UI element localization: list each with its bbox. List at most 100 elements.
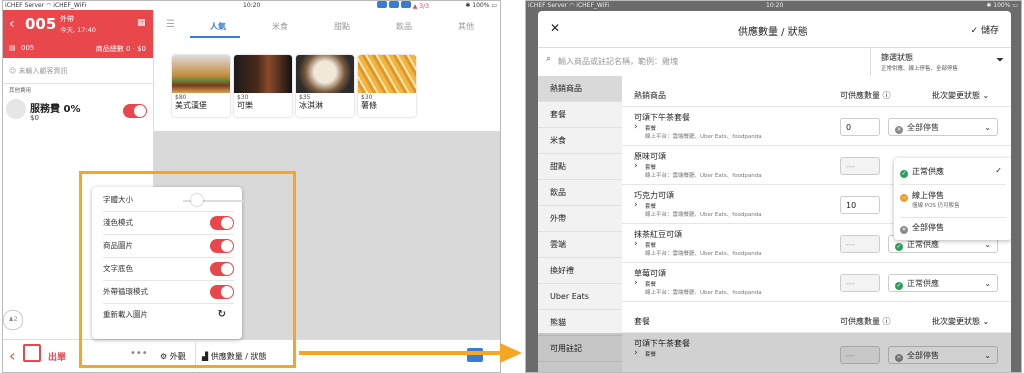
filter-icon[interactable]: ⏷ — [996, 55, 1004, 66]
sidebar-item-set[interactable]: 套餐 — [538, 102, 622, 128]
minus-circle-icon: – — [900, 194, 908, 202]
qty-input[interactable]: --- — [840, 235, 880, 253]
order-number: 005 — [25, 15, 57, 33]
search-placeholder: 輸入商品或註記名稱，範例：雞塊 — [558, 57, 678, 66]
product-card[interactable]: $30 薯條 — [358, 55, 416, 117]
product-card[interactable]: $30 可樂 — [234, 55, 292, 117]
filter-subtitle: 正常供應、線上停售、全部停售 — [881, 66, 959, 72]
table-indicator-value: 3/3 — [419, 3, 429, 10]
sidebar-item-rice[interactable]: 米食 — [538, 128, 622, 154]
printer-status-icon — [400, 1, 411, 8]
option-online-stop-label: 線上停售 — [912, 191, 944, 200]
status-select[interactable]: × 全部停售 ⌄ — [888, 118, 998, 136]
chevron-down-icon: ⌄ — [982, 317, 990, 326]
icecream-image — [296, 55, 354, 93]
arrow-right-icon — [500, 343, 522, 363]
sidebar-item-drinks[interactable]: 飲品 — [538, 180, 622, 206]
item-name: 可頌下午茶套餐 — [634, 113, 690, 122]
qty-header-label: 可供應數量 — [840, 91, 880, 100]
battery-label: 100% — [472, 2, 490, 9]
chevron-down-icon: ⌄ — [984, 123, 991, 132]
section-header: 套餐 可供應數量 ⓘ 批次變更狀態 ⌄ — [622, 302, 1011, 333]
customer-field[interactable]: ☺ 未輸入顧客資訊 — [9, 66, 149, 80]
chevron-right-icon[interactable]: › — [634, 122, 638, 132]
sidebar-item-cloud[interactable]: 雲端 — [538, 232, 622, 258]
chevron-right-icon[interactable]: › — [634, 161, 638, 171]
product-card[interactable]: $80 美式漢堡 — [172, 55, 230, 117]
bluetooth-icon: ✱ — [986, 2, 992, 9]
cola-image — [234, 55, 292, 93]
option-online-stop-sub: 僅線 POS 仍可販售 — [912, 203, 960, 209]
tab-other[interactable]: 其他 — [458, 21, 474, 32]
batch-change-button[interactable]: 批次變更狀態 ⌄ — [932, 316, 989, 327]
batch-label: 批次變更狀態 — [932, 317, 980, 326]
item-category: 套餐 — [645, 165, 657, 171]
item-platforms: 線上平台：雲端餐廳、Uber Eats、foodpanda — [645, 290, 762, 296]
item-row[interactable]: 可頌下午茶套餐 › 套餐 線上平台：雲端餐廳、Uber Eats、foodpan… — [622, 107, 1011, 146]
save-button[interactable]: ✓ 儲存 — [971, 23, 999, 36]
sidebar-item-dessert[interactable]: 甜點 — [538, 154, 622, 180]
batch-change-button[interactable]: 批次變更狀態 ⌄ — [932, 90, 989, 101]
calendar-icon[interactable]: ▦ — [137, 18, 146, 28]
help-icon: ⓘ — [882, 317, 891, 326]
sidebar-item-ubereats[interactable]: Uber Eats — [538, 284, 622, 310]
chevron-right-icon[interactable]: › — [634, 278, 638, 288]
check-icon: ✓ — [995, 166, 1002, 175]
sidebar-item-gift[interactable]: 換好禮 — [538, 258, 622, 284]
fee-avatar — [6, 99, 26, 119]
item-name: 草莓可頌 — [634, 269, 666, 278]
list-icon[interactable]: ☰ — [166, 19, 175, 30]
check-circle-icon: ✓ — [895, 243, 903, 251]
divider — [900, 184, 1006, 185]
chevron-down-icon: ⌄ — [984, 279, 991, 288]
x-circle-icon: × — [895, 126, 903, 134]
product-name: 冰淇淋 — [299, 101, 323, 110]
tab-popular[interactable]: 人氣 — [210, 21, 226, 32]
order-bar-number: 005 — [21, 44, 35, 52]
guest-count-badge[interactable]: ♟2 — [3, 310, 23, 330]
option-normal[interactable]: ✓ 正常供應 ✓ — [894, 166, 1011, 180]
chevron-down-icon: ⌄ — [982, 91, 990, 100]
tab-drinks[interactable]: 飲品 — [396, 21, 412, 32]
status-select[interactable]: ✓ 正常供應 ⌄ — [888, 274, 998, 292]
qty-input[interactable]: --- — [840, 274, 880, 292]
wifi-icon: ◠ — [46, 2, 52, 9]
save-label: 儲存 — [980, 26, 999, 36]
sidebar-item-takeout[interactable]: 外帶 — [538, 206, 622, 232]
highlight-box — [79, 171, 296, 368]
arrow-line — [299, 351, 502, 355]
status-dropdown: ✓ 正常供應 ✓ – 線上停售 僅線 POS 仍可販售 × 全部停售 — [894, 158, 1011, 240]
qty-input[interactable]: 0 — [840, 118, 880, 136]
chevron-right-icon[interactable]: › — [634, 239, 638, 249]
option-online-stop[interactable]: – 線上停售 僅線 POS 仍可販售 — [894, 190, 1011, 214]
option-all-stop[interactable]: × 全部停售 — [894, 222, 1011, 236]
chevron-right-icon[interactable]: › — [634, 200, 638, 210]
section-header: 熱銷商品 可供應數量 ⓘ 批次變更狀態 ⌄ — [622, 76, 1011, 107]
close-icon[interactable]: ✕ — [550, 21, 560, 35]
status-label: 正常供應 — [907, 279, 939, 288]
fries-image — [358, 55, 416, 93]
receipt-icon: ▤ — [9, 44, 16, 52]
filter-box[interactable]: 篩選狀態 正常供應、線上停售、全部停售 ⏷ — [870, 47, 1011, 77]
qty-input[interactable]: --- — [840, 157, 880, 175]
order-total: 商品總數 0 · $0 — [95, 45, 146, 53]
product-price: $35 — [299, 94, 311, 101]
back-chevron-icon[interactable]: ‹ — [9, 16, 15, 32]
tab-rice[interactable]: 米食 — [272, 21, 288, 32]
sidebar-item-hot[interactable]: 熱銷商品 — [538, 76, 622, 102]
item-platforms: 線上平台：雲端餐廳、Uber Eats、foodpanda — [645, 134, 762, 140]
tab-dessert[interactable]: 甜點 — [334, 21, 350, 32]
checkout-button[interactable]: 出單 — [48, 350, 66, 363]
order-datetime: 今天, 17:40 — [60, 26, 96, 34]
search-icon: ⌕ — [546, 54, 552, 64]
item-row[interactable]: 草莓可頌 › 套餐 線上平台：雲端餐廳、Uber Eats、foodpanda … — [622, 263, 1011, 302]
product-card[interactable]: $35 冰淇淋 — [296, 55, 354, 117]
back-chevron-icon[interactable]: ‹ — [9, 346, 15, 365]
search-bar[interactable]: ⌕ 輸入商品或註記名稱，範例：雞塊 — [538, 47, 870, 77]
service-fee-toggle[interactable] — [123, 104, 147, 118]
qty-input[interactable]: 10 — [840, 196, 880, 214]
check-circle-icon: ✓ — [900, 170, 908, 178]
printer-icon[interactable] — [23, 344, 41, 362]
carrier-label: iCHEF Server — [5, 2, 45, 9]
item-category: 套餐 — [645, 126, 657, 132]
